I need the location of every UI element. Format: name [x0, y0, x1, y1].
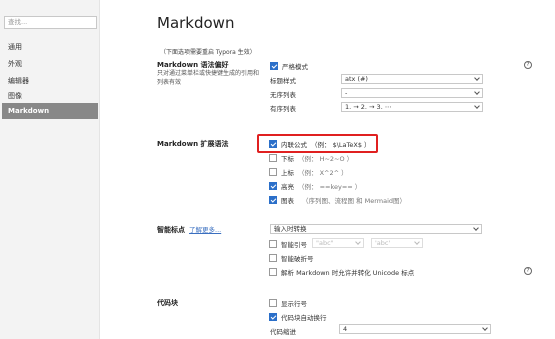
settings-sidebar: 查找... 通用 外观 编辑器 图像 Markdown [0, 0, 100, 339]
chevron-down-icon [482, 325, 488, 331]
line-numbers-checkbox[interactable] [269, 299, 277, 307]
smart-quotes-option[interactable]: 智能引号 [269, 239, 307, 249]
smart-dashes-label: 智能破折号 [281, 255, 314, 263]
diagrams-hint: （序列图、流程图 和 Mermaid图） [302, 197, 407, 205]
code-indent-value: 4 [343, 325, 348, 333]
highlight-checkbox[interactable] [269, 182, 277, 190]
smart-dashes-option[interactable]: 智能破折号 [269, 253, 314, 263]
chevron-down-icon [474, 103, 480, 109]
smart-punctuation-title: 智能标点 [157, 226, 185, 234]
strict-mode-label: 严格模式 [282, 63, 308, 71]
section-title-code-block: 代码块 [157, 299, 178, 307]
diagrams-option[interactable]: 图表 （序列图、流程图 和 Mermaid图） [269, 195, 406, 205]
unordered-list-value: - [345, 89, 348, 97]
code-indent-select[interactable]: 4 [339, 324, 491, 334]
subscript-label: 下标 [281, 155, 294, 163]
search-input[interactable]: 查找... [4, 16, 97, 29]
superscript-option[interactable]: 上标 （例： X^2^ ） [269, 167, 348, 177]
smart-quotes-label: 智能引号 [281, 241, 307, 249]
section-title-smart-punctuation: 智能标点 了解更多... [157, 224, 221, 235]
sidebar-item-appearance[interactable]: 外观 [2, 56, 98, 72]
unicode-punctuation-option[interactable]: 解析 Markdown 时允许并转化 Unicode 标点 [269, 267, 414, 277]
chevron-down-icon [355, 239, 361, 245]
chevron-down-icon [473, 225, 479, 231]
unicode-punctuation-checkbox[interactable] [269, 268, 277, 276]
section-desc-syntax-preference: 只对通过菜单栏或快捷键生成的引用和列表有效 [157, 70, 260, 86]
line-numbers-label: 显示行号 [281, 300, 307, 308]
code-indent-label: 代码缩进 [270, 328, 296, 336]
learn-more-link[interactable]: 了解更多... [189, 226, 221, 234]
code-wrap-label: 代码块自动换行 [281, 314, 327, 322]
line-numbers-option[interactable]: 显示行号 [269, 298, 307, 308]
smart-quotes-checkbox[interactable] [269, 240, 277, 248]
superscript-hint: （例： X^2^ ） [298, 169, 348, 177]
strict-mode-option[interactable]: 严格模式 [270, 61, 308, 71]
ordered-list-value: 1. → 2. → 3. ⋯ [345, 103, 392, 111]
smart-punctuation-mode-select[interactable]: 输入时转换 [270, 224, 482, 234]
sidebar-item-markdown[interactable]: Markdown [2, 103, 98, 119]
chevron-down-icon [474, 75, 480, 81]
highlight-box [257, 134, 378, 153]
help-icon[interactable]: ? [524, 267, 532, 275]
chevron-down-icon [474, 89, 480, 95]
superscript-checkbox[interactable] [269, 168, 277, 176]
diagrams-label: 图表 [281, 197, 294, 205]
header-style-label: 标题样式 [270, 77, 296, 85]
chevron-down-icon [414, 239, 420, 245]
superscript-label: 上标 [281, 169, 294, 177]
highlight-hint: （例： ==key== ） [298, 183, 362, 191]
unordered-list-label: 无序列表 [270, 91, 296, 99]
sidebar-item-image[interactable]: 图像 [2, 88, 98, 104]
subscript-hint: （例： H~2~O ） [298, 155, 354, 163]
smart-punctuation-mode-value: 输入时转换 [274, 225, 307, 233]
diagrams-checkbox[interactable] [269, 196, 277, 204]
subscript-checkbox[interactable] [269, 154, 277, 162]
double-quote-style-value: "abc" [316, 239, 334, 247]
single-quote-style-select[interactable]: 'abc' [371, 238, 423, 248]
strict-mode-checkbox[interactable] [270, 62, 278, 70]
double-quote-style-select[interactable]: "abc" [312, 238, 364, 248]
subscript-option[interactable]: 下标 （例： H~2~O ） [269, 153, 353, 163]
restart-note: （下面选项需要重启 Typora 生效） [160, 49, 256, 56]
smart-dashes-checkbox[interactable] [269, 254, 277, 262]
section-title-extended-syntax: Markdown 扩展语法 [157, 140, 229, 148]
page-title: Markdown [157, 14, 235, 32]
unordered-list-select[interactable]: - [341, 88, 483, 98]
help-icon[interactable]: ? [524, 61, 532, 69]
header-style-value: atx (#) [345, 75, 368, 83]
ordered-list-select[interactable]: 1. → 2. → 3. ⋯ [341, 102, 483, 112]
highlight-option[interactable]: 高亮 （例： ==key== ） [269, 181, 361, 191]
sidebar-item-editor[interactable]: 编辑器 [2, 73, 98, 89]
highlight-label: 高亮 [281, 183, 294, 191]
code-wrap-option[interactable]: 代码块自动换行 [269, 312, 327, 322]
code-wrap-checkbox[interactable] [269, 313, 277, 321]
header-style-select[interactable]: atx (#) [341, 74, 483, 84]
sidebar-item-general[interactable]: 通用 [2, 39, 98, 55]
unicode-punctuation-label: 解析 Markdown 时允许并转化 Unicode 标点 [281, 269, 415, 277]
single-quote-style-value: 'abc' [375, 239, 391, 247]
ordered-list-label: 有序列表 [270, 105, 296, 113]
